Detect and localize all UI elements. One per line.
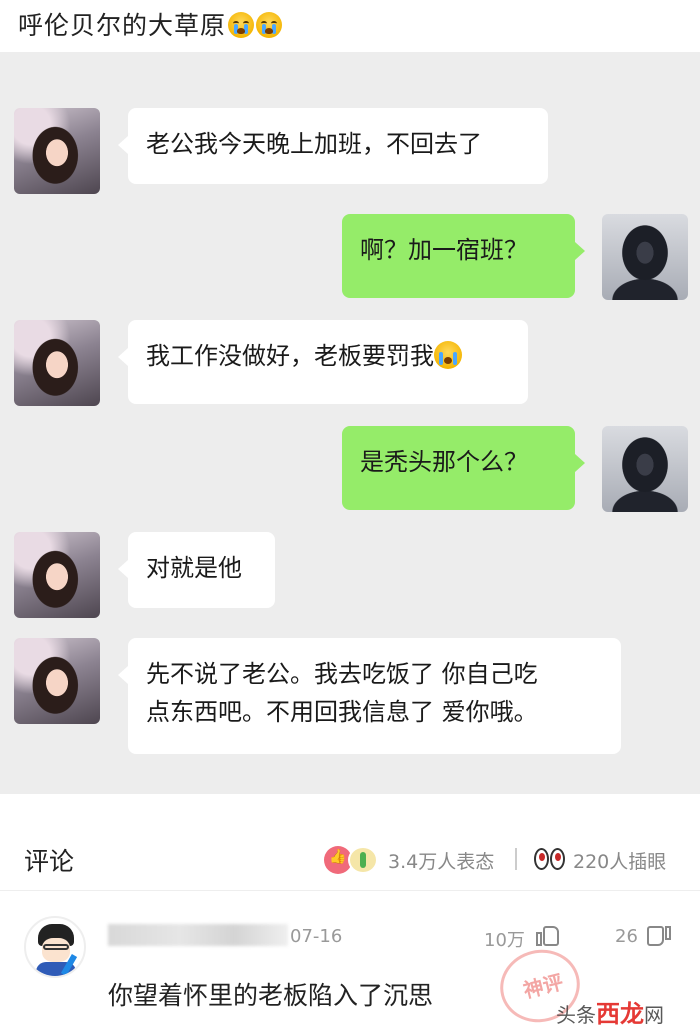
chat-bubble-outgoing: 是秃头那个么？: [342, 426, 585, 510]
post-title: 呼伦贝尔的大草原: [18, 6, 283, 42]
crying-face-icon: [228, 12, 255, 38]
girl-avatar: [14, 638, 100, 724]
commenter-name-blurred: [108, 924, 288, 946]
section-gap: [0, 794, 700, 818]
divider: [0, 890, 700, 891]
watermark-prefix: 头条: [556, 1003, 596, 1027]
comments-header: 评论 3.4万人表态 220人插眼: [0, 826, 700, 890]
chat-bubble-incoming: 我工作没做好，老板要罚我: [118, 320, 528, 404]
message-line: 先不说了老公。我去吃饭了 你自己吃: [146, 660, 538, 688]
watermark-suffix: 网: [644, 1003, 664, 1027]
chat-bubble-incoming: 对就是他: [118, 532, 275, 608]
watermark-accent: 西龙: [596, 1000, 644, 1028]
divider: [515, 848, 517, 870]
chat-bubble-incoming: 先不说了老公。我去吃饭了 你自己吃 点东西吧。不用回我信息了 爱你哦。: [118, 638, 621, 754]
post-header: 呼伦贝尔的大草原: [0, 0, 700, 50]
crying-face-icon: [256, 12, 283, 38]
reactions-button[interactable]: [324, 846, 384, 874]
girl-avatar: [14, 532, 100, 618]
post-title-text: 呼伦贝尔的大草原: [18, 11, 227, 40]
eyes-count[interactable]: 220人插眼: [573, 847, 666, 874]
message-text: 我工作没做好，老板要罚我: [146, 342, 434, 370]
girl-avatar: [14, 108, 100, 194]
chat-screenshot: 老公我今天晚上加班，不回去了 啊？加一宿班？ 我工作没做好，老板要罚我 是秃头那…: [0, 52, 700, 794]
comment-date: 07-16: [290, 926, 343, 947]
chat-bubble-incoming: 老公我今天晚上加班，不回去了: [118, 108, 548, 184]
message-text: 老公我今天晚上加班，不回去了: [146, 130, 482, 158]
chat-bubble-outgoing: 啊？加一宿班？: [342, 214, 585, 298]
thumbs-down-icon[interactable]: [647, 924, 673, 950]
palm-reaction-icon: [348, 846, 378, 874]
comment-text: 你望着怀里的老板陷入了沉思: [108, 981, 434, 1010]
hooded-avatar: [602, 214, 688, 300]
site-watermark: 头条西龙网: [556, 994, 664, 1029]
reaction-count[interactable]: 3.4万人表态: [388, 847, 494, 874]
message-line: 点东西吧。不用回我信息了 爱你哦。: [146, 698, 538, 726]
sob-emoji-icon: [434, 341, 462, 369]
message-text: 啊？加一宿班？: [360, 236, 528, 264]
commenter-avatar[interactable]: [24, 916, 86, 978]
eyes-icon[interactable]: [534, 846, 568, 872]
thumbs-up-icon[interactable]: [536, 922, 562, 948]
message-text: 是秃头那个么？: [360, 448, 528, 476]
comment-like-count: 10万: [484, 930, 525, 951]
comment-dislike-count: 26: [615, 926, 638, 947]
comments-title: 评论: [24, 847, 75, 876]
message-text: 对就是他: [146, 554, 242, 582]
girl-avatar: [14, 320, 100, 406]
hooded-avatar: [602, 426, 688, 512]
